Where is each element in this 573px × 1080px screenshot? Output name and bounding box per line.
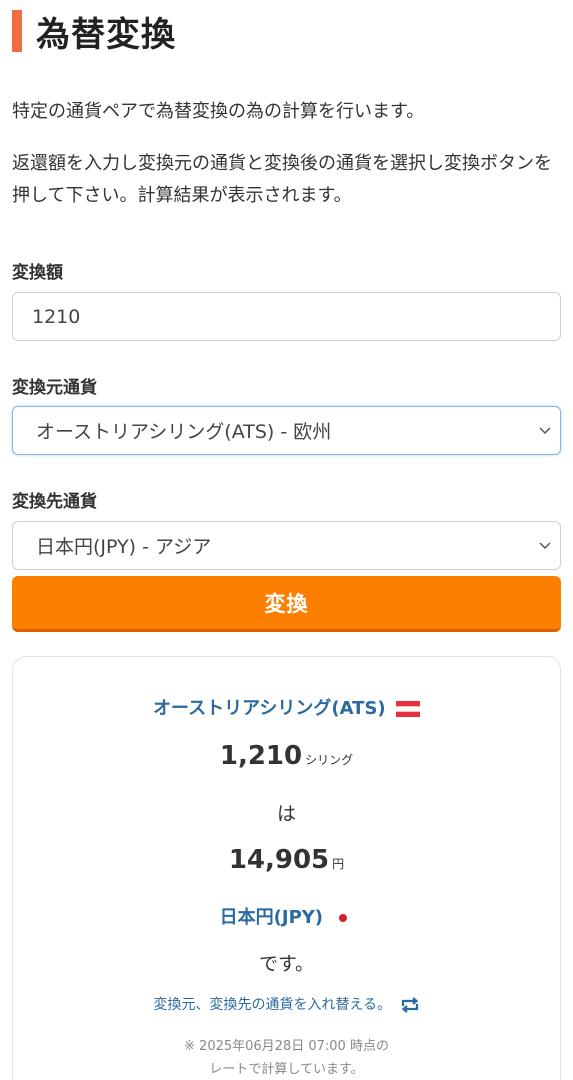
chevron-down-icon [539,542,551,550]
amount-input-value: 1210 [32,305,81,328]
from-amount-unit: シリング [305,753,354,767]
from-currency-select[interactable]: オーストリアシリング(ATS) - 欧州 [12,406,561,455]
rate-note: ※ 2025年06月28日 07:00 時点の レートで計算しています。 [13,1035,560,1080]
page-title: 為替変換 [36,14,176,55]
to-amount-unit: 円 [332,857,345,871]
title-accent-bar [12,10,22,52]
swap-currencies-link[interactable]: 変換元、変換先の通貨を入れ替える。 [13,994,560,1014]
page-header: 為替変換 [12,10,176,55]
to-amount-value: 14,905 [228,845,330,875]
japan-flag-icon [333,910,354,926]
from-amount-value: 1,210 [219,741,303,771]
result-to-currency: 日本円(JPY) [13,903,560,929]
result-suffix: です。 [258,953,315,975]
rate-note-line-1: ※ 2025年06月28日 07:00 時点の [184,1039,389,1054]
from-currency-selected: オーストリアシリング(ATS) - 欧州 [36,421,332,443]
result-connector: は [276,803,296,825]
result-panel: オーストリアシリング(ATS) 1,210 シリング は 14,905 円 日本円(… [12,656,561,1080]
to-currency-label: 変換先通貨 [12,492,97,512]
result-from-amount: 1,210 シリング [13,741,560,771]
swap-icon [401,997,418,1013]
rate-note-line-2: レートで計算しています。 [209,1062,364,1077]
convert-button[interactable]: 変換 [12,576,561,632]
to-currency-select[interactable]: 日本円(JPY) - アジア [12,521,561,570]
result-to-amount: 14,905 円 [13,845,560,875]
austria-flag-icon [395,701,420,717]
from-currency-label: 変換元通貨 [12,378,97,398]
result-from-currency: オーストリアシリング(ATS) [13,694,560,720]
to-currency-selected: 日本円(JPY) - アジア [36,536,212,558]
swap-link-text: 変換元、変換先の通貨を入れ替える。 [153,997,392,1013]
amount-input[interactable]: 1210 [12,292,561,341]
from-currency-name: オーストリアシリング(ATS) [153,698,386,719]
to-currency-name: 日本円(JPY) [219,907,324,928]
amount-label: 変換額 [12,263,63,283]
description-line-2: 返還額を入力し変換元の通貨と変換後の通貨を選択し変換ボタンを押して下さい。計算結… [12,153,552,206]
chevron-down-icon [539,427,551,435]
description-line-1: 特定の通貨ペアで為替変換の為の計算を行います。 [12,101,425,122]
